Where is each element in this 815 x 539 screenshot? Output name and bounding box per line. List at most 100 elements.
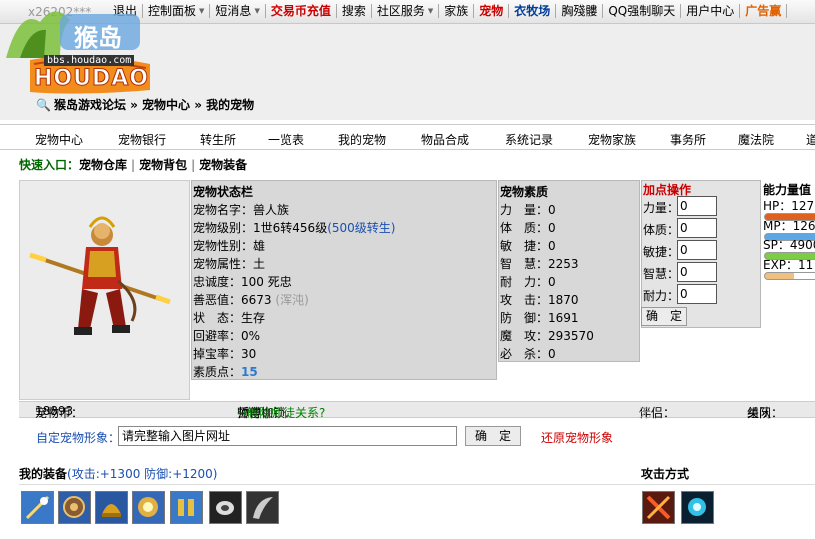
nav-item-synthesis[interactable]: 物品合成 [421, 131, 469, 148]
nav-pet-bank[interactable]: 宠物银行 [118, 131, 166, 148]
attack-fire-icon[interactable] [642, 491, 675, 524]
quality-row: 魔 攻：293570 [500, 329, 594, 343]
top-menu-item[interactable]: 短消息 ▼ [210, 4, 266, 18]
quality-row: 力 量：0 [500, 203, 556, 217]
quick-links: 快速入口：宠物仓库 | 宠物背包 | 宠物装备 [19, 158, 248, 172]
nav-overview[interactable]: 一览表 [268, 131, 304, 148]
quality-row: 体 质：0 [500, 221, 556, 235]
quality-value: 0 [548, 203, 556, 217]
status-title: 宠物状态栏 [193, 185, 254, 199]
add-points-input[interactable]: 0 [677, 196, 717, 216]
good-evil-value: 6673 [241, 293, 272, 307]
quick-label: 快速入口： [19, 158, 80, 172]
equip-helmet-icon[interactable] [95, 491, 128, 524]
quality-row: 攻 击：1870 [500, 293, 579, 307]
top-menu-item[interactable]: 衣牧场 [509, 4, 557, 18]
ability-label: EXP：11 [763, 257, 814, 272]
pet-level-row: 宠物级别：1世6转456级(500级转生) [193, 221, 396, 235]
breadcrumb-text[interactable]: 猴岛游戏论坛 » 宠物中心 » 我的宠物 [54, 98, 254, 112]
equip-shield-icon[interactable] [58, 491, 91, 524]
equip-weapon-icon[interactable] [21, 491, 54, 524]
pet-image [19, 180, 190, 400]
treasure-row: 掉宝率：30 [193, 347, 257, 361]
top-menu-item[interactable]: 宠物 [474, 4, 510, 18]
partner-value: 无 [639, 406, 652, 420]
custom-image-label: 自定宠物形象： [36, 431, 121, 445]
add-points-label: 智慧： [643, 267, 680, 281]
add-points-label: 力量： [643, 201, 680, 215]
top-menu-item[interactable]: 用户中心 [681, 4, 741, 18]
restore-image-link[interactable]: 还原宠物形象 [541, 429, 613, 446]
nav-more[interactable]: 道 [806, 131, 815, 148]
breadcrumb: 🔍 猴岛游戏论坛 » 宠物中心 » 我的宠物 [36, 96, 254, 113]
custom-image-url-input[interactable]: 请完整输入图片网址 [118, 426, 457, 446]
equip-ring-icon[interactable] [209, 491, 242, 524]
pet-name-row: 宠物名字：兽人族 [193, 203, 290, 217]
pet-attr-row: 宠物属性：土 [193, 257, 266, 271]
quality-row: 防 御：1691 [500, 311, 579, 325]
ability-title: 能力量值 [763, 183, 812, 197]
quick-link-equipment[interactable]: 宠物装备 [199, 158, 247, 172]
quality-value: 1870 [548, 293, 579, 307]
quick-link-backpack[interactable]: 宠物背包 [139, 158, 187, 172]
add-points-confirm-button[interactable]: 确 定 [641, 307, 687, 326]
top-menu-item[interactable]: 搜索 [337, 4, 372, 18]
monkey-king-icon [29, 216, 171, 335]
top-menu-item[interactable]: 交易币充值 [266, 4, 337, 18]
logo-sub: HOUDAO [34, 66, 149, 92]
good-evil-note: (浑沌) [275, 293, 309, 307]
equip-armor-icon[interactable] [132, 491, 165, 524]
chevron-down-icon: ▼ [427, 7, 434, 15]
nav-my-pet[interactable]: 我的宠物 [338, 131, 386, 148]
top-menu-item[interactable]: QQ强制聊天 [603, 4, 682, 18]
ability-label: SP：4900 [763, 238, 815, 252]
quality-value: 293570 [548, 329, 594, 343]
custom-image-confirm-button[interactable]: 确 定 [465, 426, 521, 446]
coins-value: 18893 [35, 404, 74, 418]
logo-text: 猴岛 [74, 24, 122, 52]
nav-system-log[interactable]: 系统记录 [505, 131, 553, 148]
top-menu: 退出 控制面板 ▼ 短消息 ▼ 交易币充值 搜索 社区服务 ▼ 家族 宠物 衣牧场 胸殘髏 QQ强制聊天用… [108, 4, 788, 18]
quick-link-warehouse[interactable]: 宠物仓库 [79, 158, 127, 172]
quality-row: 智 慧：2253 [500, 257, 579, 271]
add-points-input[interactable]: 0 [677, 218, 717, 238]
nav-magic-hall[interactable]: 魔法院 [738, 131, 774, 148]
ability-bar [764, 271, 815, 280]
quality-value: 0 [548, 275, 556, 289]
add-points-input[interactable]: 0 [677, 262, 717, 282]
state-value: 生存 [241, 311, 266, 325]
logo-url: bbs.houdao.com [44, 55, 135, 66]
top-menu-item[interactable]: 广告赢 [740, 4, 788, 18]
nav-pet-center[interactable]: 宠物中心 [35, 131, 83, 148]
equipment-stats: (攻击:+1300 防御:+1200) [67, 467, 218, 481]
pet-nav: 宠物中心 宠物银行 转生所 一览表 我的宠物 物品合成 系统记录 宠物家族 事务… [0, 124, 815, 150]
ability-label: HP：127 [763, 199, 815, 213]
top-menu-item[interactable]: 家族 [439, 4, 475, 18]
quality-row: 必 杀：0 [500, 347, 556, 361]
nav-office[interactable]: 事务所 [670, 131, 706, 148]
add-points-label: 敏捷： [643, 245, 680, 259]
rebirth-link[interactable]: (500级转生) [327, 221, 395, 235]
add-points-input[interactable]: 0 [677, 240, 717, 260]
quality-value: 2253 [548, 257, 579, 271]
quality-row: 耐 力：0 [500, 275, 556, 289]
search-icon: 🔍 [36, 98, 51, 112]
quality-points-row: 素质点：15 [193, 365, 258, 379]
nav-pet-family[interactable]: 宠物家族 [588, 131, 636, 148]
quality-title: 宠物素质 [500, 185, 549, 199]
equip-boots-icon[interactable] [170, 491, 203, 524]
ability-label: MP：126 [763, 218, 815, 233]
good-evil-row: 善恶值：6673 (浑沌) [193, 293, 309, 307]
chevron-down-icon: ▼ [199, 7, 205, 15]
state-row: 状 态：生存 [193, 311, 266, 325]
attack-water-icon[interactable] [681, 491, 714, 524]
attack-mode-title: 攻击方式 [641, 467, 690, 481]
site-logo[interactable]: 猴岛 bbs.houdao.com HOUDAO [0, 0, 160, 96]
top-menu-item[interactable]: 胸殘髏 [556, 4, 604, 18]
nav-rebirth[interactable]: 转生所 [200, 131, 236, 148]
equip-claw-icon[interactable] [246, 491, 279, 524]
top-menu-item[interactable]: 社区服务 ▼ [372, 4, 440, 18]
pet-gender-row: 宠物性别：雄 [193, 239, 266, 253]
add-points-input[interactable]: 0 [677, 284, 717, 304]
release-master-link[interactable]: →解除师徒关系? [237, 404, 325, 421]
